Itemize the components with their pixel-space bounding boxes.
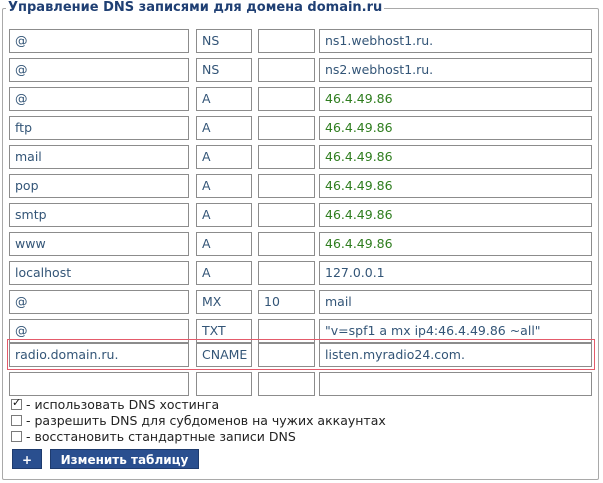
dns-record-row: mail A 46.4.49.86	[0, 145, 603, 169]
record-value-input[interactable]: 46.4.49.86	[319, 145, 592, 169]
page-title: Управление DNS записями для домена domai…	[6, 0, 385, 16]
dns-record-row: smtp A 46.4.49.86	[0, 203, 603, 227]
dns-record-row: localhost A 127.0.0.1	[0, 261, 603, 285]
record-name-input[interactable]: ftp	[9, 116, 189, 140]
dns-record-row: www A 46.4.49.86	[0, 232, 603, 256]
record-name-input[interactable]: @	[9, 290, 189, 314]
highlighted-record-frame	[7, 339, 595, 370]
checkbox-restore-default-records[interactable]	[11, 431, 22, 442]
record-value-input[interactable]	[319, 372, 592, 396]
option-label: - разрешить DNS для субдоменов на чужих …	[26, 413, 386, 428]
record-value-input[interactable]: mail	[319, 290, 592, 314]
checkmark-icon: ✓	[12, 396, 22, 409]
record-type-input[interactable]: NS	[196, 58, 252, 82]
option-label: - использовать DNS хостинга	[26, 397, 220, 412]
dns-record-row: pop A 46.4.49.86	[0, 174, 603, 198]
record-type-input[interactable]: NS	[196, 29, 252, 53]
record-value-input[interactable]: 46.4.49.86	[319, 87, 592, 111]
record-type-input[interactable]: MX	[196, 290, 252, 314]
record-type-input[interactable]: A	[196, 116, 252, 140]
record-name-input[interactable]: mail	[9, 145, 189, 169]
record-type-input[interactable]: A	[196, 87, 252, 111]
dns-record-row: ftp A 46.4.49.86	[0, 116, 603, 140]
record-name-input[interactable]	[9, 372, 189, 396]
record-type-input[interactable]: A	[196, 261, 252, 285]
record-value-input[interactable]: 46.4.49.86	[319, 116, 592, 140]
record-value-input[interactable]: 127.0.0.1	[319, 261, 592, 285]
record-priority-input[interactable]	[258, 261, 315, 285]
record-priority-input[interactable]	[258, 232, 315, 256]
record-priority-input[interactable]	[258, 203, 315, 227]
record-name-input[interactable]: @	[9, 58, 189, 82]
record-type-input[interactable]	[196, 372, 252, 396]
record-value-input[interactable]: ns2.webhost1.ru.	[319, 58, 592, 82]
record-name-input[interactable]: localhost	[9, 261, 189, 285]
record-priority-input[interactable]	[258, 174, 315, 198]
record-priority-input[interactable]	[258, 58, 315, 82]
record-value-input[interactable]: 46.4.49.86	[319, 203, 592, 227]
record-priority-input[interactable]	[258, 372, 315, 396]
dns-record-row: @ MX 10 mail	[0, 290, 603, 314]
add-record-button[interactable]: +	[12, 449, 42, 469]
record-name-input[interactable]: @	[9, 29, 189, 53]
record-type-input[interactable]: A	[196, 145, 252, 169]
record-priority-input[interactable]	[258, 145, 315, 169]
record-type-input[interactable]: A	[196, 174, 252, 198]
checkbox-allow-subdomain-dns[interactable]	[11, 415, 22, 426]
save-table-button[interactable]: Изменить таблицу	[50, 449, 199, 469]
record-value-input[interactable]: 46.4.49.86	[319, 174, 592, 198]
dns-record-row: @ A 46.4.49.86	[0, 87, 603, 111]
record-type-input[interactable]: A	[196, 203, 252, 227]
record-name-input[interactable]: smtp	[9, 203, 189, 227]
option-label: - восстановить стандартные записи DNS	[26, 429, 296, 444]
record-type-input[interactable]: A	[196, 232, 252, 256]
dns-record-row: @ NS ns2.webhost1.ru.	[0, 58, 603, 82]
record-value-input[interactable]: ns1.webhost1.ru.	[319, 29, 592, 53]
checkbox-use-dns-hosting[interactable]: ✓	[11, 396, 22, 410]
record-priority-input[interactable]	[258, 87, 315, 111]
record-value-input[interactable]: 46.4.49.86	[319, 232, 592, 256]
record-name-input[interactable]: pop	[9, 174, 189, 198]
record-priority-input[interactable]	[258, 29, 315, 53]
record-priority-input[interactable]	[258, 116, 315, 140]
record-name-input[interactable]: www	[9, 232, 189, 256]
record-priority-input[interactable]: 10	[258, 290, 315, 314]
record-name-input[interactable]: @	[9, 87, 189, 111]
dns-record-row: @ NS ns1.webhost1.ru.	[0, 29, 603, 53]
dns-record-row	[0, 372, 603, 396]
